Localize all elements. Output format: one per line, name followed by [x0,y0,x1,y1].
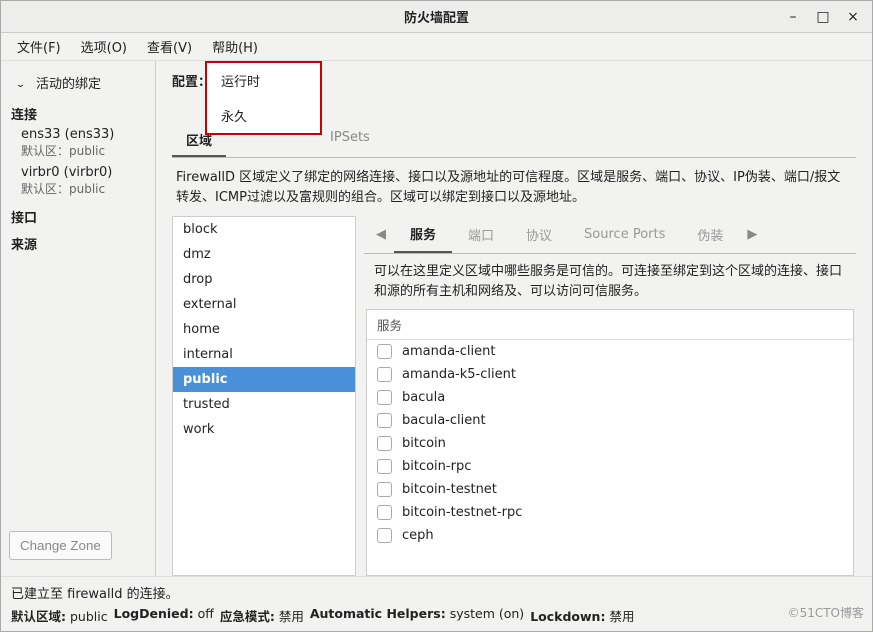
tab-ipsets[interactable]: IPSets [316,124,384,157]
zone-item-home[interactable]: home [173,317,355,342]
minimize-button[interactable]: – [778,3,808,31]
service-checkbox[interactable] [377,528,392,543]
service-checkbox[interactable] [377,482,392,497]
menubar: 文件(F) 选项(O) 查看(V) 帮助(H) [1,33,872,61]
service-name: bitcoin-rpc [402,459,471,474]
connection-item[interactable]: ens33 (ens33) 默认区：public [11,125,145,163]
auto-helpers-value: system (on) [450,606,525,621]
menu-view[interactable]: 查看(V) [137,34,202,59]
statusbar-line1: 已建立至 firewalld 的连接。 [1,576,872,604]
zone-list[interactable]: block dmz drop external home internal pu… [172,216,356,576]
service-row[interactable]: bitcoin [367,432,853,455]
connections-label: 连接 [11,98,145,125]
change-zone-button[interactable]: Change Zone [9,531,112,560]
service-row[interactable]: bitcoin-testnet-rpc [367,501,853,524]
svc-tab-protocols[interactable]: 协议 [510,217,568,252]
zone-item-dmz[interactable]: dmz [173,242,355,267]
service-name: bitcoin-testnet-rpc [402,505,522,520]
panic-mode-value: 禁用 [279,609,304,624]
service-checkbox[interactable] [377,436,392,451]
service-name: bitcoin-testnet [402,482,497,497]
zone-item-trusted[interactable]: trusted [173,392,355,417]
service-row[interactable]: bacula-client [367,409,853,432]
tab-scroll-left-icon[interactable]: ◀ [368,223,394,246]
connection-name: ens33 (ens33) [11,125,145,142]
services-table: 服务 amanda-client amanda-k5-client bacula ba… [366,309,854,576]
auto-helpers-label: Automatic Helpers: [310,606,446,621]
service-name: ceph [402,528,434,543]
maximize-button[interactable]: □ [808,3,838,31]
default-zone-value: public [70,609,108,624]
window-buttons: – □ × [778,1,868,33]
svc-tab-services[interactable]: 服务 [394,216,452,253]
service-checkbox[interactable] [377,390,392,405]
svc-tab-masquerade[interactable]: 伪装 [681,217,739,252]
main-area: ⌄ 活动的绑定 连接 ens33 (ens33) 默认区：public virb… [1,61,872,576]
titlebar: 防火墙配置 – □ × [1,1,872,33]
sidebar-header[interactable]: ⌄ 活动的绑定 [11,69,145,98]
zone-detail: ◀ 服务 端口 协议 Source Ports 伪装 ▶ 可以在这里定义区域中哪… [364,216,856,576]
default-zone-label: 默认区域: [11,609,66,624]
services-column-header[interactable]: 服务 [367,310,853,340]
zone-item-work[interactable]: work [173,417,355,442]
connection-zone: 默认区：public [11,142,145,163]
service-row[interactable]: ceph [367,524,853,547]
connection-item[interactable]: virbr0 (virbr0) 默认区：public [11,163,145,201]
lockdown-value: 禁用 [609,609,634,624]
window: 防火墙配置 – □ × 文件(F) 选项(O) 查看(V) 帮助(H) ⌄ 活动… [0,0,873,632]
content: 配置： 区域 IPSets FirewallD 区域定义了绑定的网络连接、接口以… [156,61,872,576]
log-denied-label: LogDenied: [114,606,194,621]
config-dropdown[interactable]: 运行时 永久 [205,61,322,135]
services-description: 可以在这里定义区域中哪些服务是可信的。可连接至绑定到这个区域的连接、接口和源的所… [364,254,856,308]
zones-row: block dmz drop external home internal pu… [172,216,856,576]
service-name: bacula-client [402,413,486,428]
zone-item-internal[interactable]: internal [173,342,355,367]
close-button[interactable]: × [838,3,868,31]
service-row[interactable]: amanda-client [367,340,853,363]
service-name: bitcoin [402,436,446,451]
service-row[interactable]: bitcoin-testnet [367,478,853,501]
service-tabs: ◀ 服务 端口 协议 Source Ports 伪装 ▶ [364,216,856,254]
zone-description: FirewallD 区域定义了绑定的网络连接、接口以及源地址的可信程度。区域是服… [172,158,856,216]
zone-item-external[interactable]: external [173,292,355,317]
service-checkbox[interactable] [377,367,392,382]
service-checkbox[interactable] [377,505,392,520]
sources-label: 来源 [11,228,145,255]
watermark: ©51CTO博客 [788,604,864,621]
svc-tab-source-ports[interactable]: Source Ports [568,219,681,250]
window-title: 防火墙配置 [404,7,469,26]
service-name: amanda-client [402,344,495,359]
service-name: amanda-k5-client [402,367,516,382]
service-checkbox[interactable] [377,459,392,474]
service-checkbox[interactable] [377,413,392,428]
connection-name: virbr0 (virbr0) [11,163,145,180]
active-bindings-label: 活动的绑定 [36,77,101,92]
zone-item-public[interactable]: public [173,367,355,392]
tab-scroll-right-icon[interactable]: ▶ [739,223,765,246]
config-option-permanent[interactable]: 永久 [207,98,320,133]
service-row[interactable]: amanda-k5-client [367,363,853,386]
log-denied-value: off [198,606,214,621]
menu-file[interactable]: 文件(F) [7,34,71,59]
chevron-down-icon: ⌄ [15,79,26,90]
service-checkbox[interactable] [377,344,392,359]
statusbar-line2: 默认区域: public LogDenied: off 应急模式: 禁用 Aut… [1,604,872,631]
zone-item-drop[interactable]: drop [173,267,355,292]
service-row[interactable]: bitcoin-rpc [367,455,853,478]
config-option-runtime[interactable]: 运行时 [207,63,320,98]
lockdown-label: Lockdown: [530,609,605,624]
connection-zone: 默认区：public [11,180,145,201]
sidebar: ⌄ 活动的绑定 连接 ens33 (ens33) 默认区：public virb… [1,61,156,576]
menu-options[interactable]: 选项(O) [71,34,137,59]
zone-item-block[interactable]: block [173,217,355,242]
service-row[interactable]: bacula [367,386,853,409]
svc-tab-ports[interactable]: 端口 [452,217,510,252]
interfaces-label: 接口 [11,201,145,228]
menu-help[interactable]: 帮助(H) [202,34,268,59]
panic-mode-label: 应急模式: [220,609,275,624]
service-name: bacula [402,390,445,405]
